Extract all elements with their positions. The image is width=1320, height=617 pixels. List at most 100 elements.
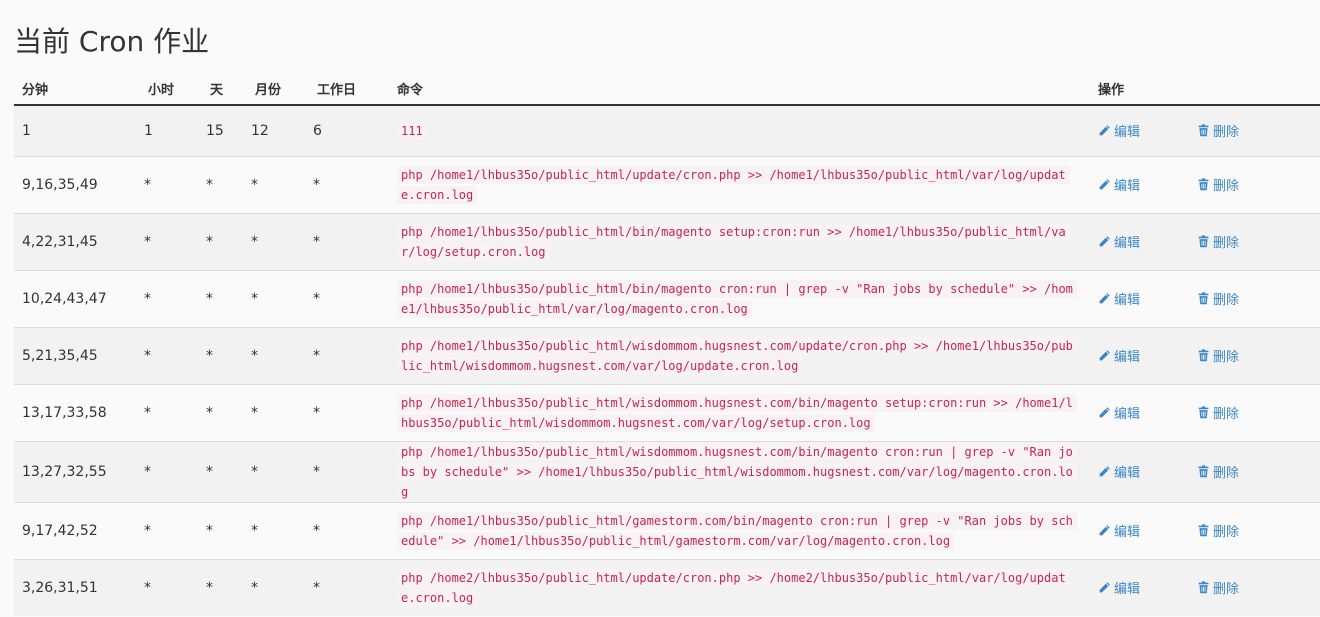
- pencil-icon: [1099, 406, 1110, 417]
- cell-minute: 3,26,31,51: [14, 558, 140, 616]
- edit-button[interactable]: 编辑: [1098, 346, 1140, 365]
- delete-button[interactable]: 删除: [1197, 175, 1239, 194]
- edit-label: 编辑: [1114, 178, 1141, 194]
- edit-label: 编辑: [1114, 465, 1141, 481]
- trash-icon: [1198, 523, 1209, 536]
- cell-minute: 9,16,35,49: [14, 155, 140, 213]
- cell-edit: 编辑: [1090, 104, 1189, 156]
- trash-icon: [1198, 348, 1209, 361]
- cell-weekday: *: [309, 383, 389, 441]
- delete-label: 删除: [1213, 581, 1240, 597]
- pencil-icon: [1099, 581, 1110, 593]
- edit-label: 编辑: [1114, 124, 1141, 140]
- cell-command: php /home2/lhbus35o/public_html/update/c…: [389, 558, 1090, 616]
- table-row: 3,26,31,51 * * * * php /home2/lhbus35o/p…: [14, 558, 1320, 616]
- cell-minute: 13,27,32,55: [14, 440, 140, 502]
- cell-edit: 编辑: [1090, 326, 1189, 384]
- edit-button[interactable]: 编辑: [1098, 578, 1140, 597]
- delete-button[interactable]: 删除: [1197, 232, 1239, 251]
- cell-delete: 删除: [1189, 212, 1320, 270]
- delete-button[interactable]: 删除: [1197, 462, 1239, 481]
- table-row: 1 1 15 12 6 111 编辑 删除: [14, 104, 1320, 156]
- header-command: 命令: [389, 72, 1090, 106]
- cell-command: php /home1/lhbus35o/public_html/update/c…: [389, 155, 1090, 213]
- cell-delete: 删除: [1189, 558, 1320, 616]
- cell-edit: 编辑: [1090, 212, 1189, 270]
- delete-button[interactable]: 删除: [1197, 403, 1239, 422]
- edit-button[interactable]: 编辑: [1098, 462, 1140, 481]
- cell-weekday: 6: [309, 104, 389, 156]
- cell-day: *: [202, 501, 247, 559]
- cell-month: *: [247, 326, 309, 384]
- cell-delete: 删除: [1189, 104, 1320, 156]
- delete-label: 删除: [1213, 465, 1240, 481]
- trash-icon: [1198, 405, 1209, 418]
- delete-label: 删除: [1213, 406, 1240, 422]
- delete-button[interactable]: 删除: [1197, 578, 1239, 597]
- edit-button[interactable]: 编辑: [1098, 521, 1140, 540]
- cell-weekday: *: [309, 501, 389, 559]
- cell-delete: 删除: [1189, 383, 1320, 441]
- edit-button[interactable]: 编辑: [1098, 121, 1140, 140]
- page-title: 当前 Cron 作业: [14, 25, 210, 58]
- cell-day: 15: [202, 104, 247, 156]
- cell-hour: *: [140, 440, 202, 502]
- delete-button[interactable]: 删除: [1197, 521, 1239, 540]
- header-hour: 小时: [140, 72, 202, 106]
- delete-button[interactable]: 删除: [1197, 289, 1239, 308]
- cell-month: *: [247, 501, 309, 559]
- cell-minute: 10,24,43,47: [14, 269, 140, 327]
- cron-jobs-table: 分钟 小时 天 月份 工作日 命令 操作 1 1 15 12 6 111 编辑: [14, 72, 1320, 616]
- cell-command: php /home1/lhbus35o/public_html/wisdommo…: [389, 383, 1090, 441]
- pencil-icon: [1099, 524, 1110, 535]
- cell-weekday: *: [309, 212, 389, 270]
- cell-day: *: [202, 558, 247, 616]
- table-row: 9,16,35,49 * * * * php /home1/lhbus35o/p…: [14, 155, 1320, 213]
- cell-hour: 1: [140, 104, 202, 156]
- edit-button[interactable]: 编辑: [1098, 403, 1140, 422]
- edit-button[interactable]: 编辑: [1098, 289, 1140, 308]
- edit-button[interactable]: 编辑: [1098, 175, 1140, 194]
- cell-hour: *: [140, 326, 202, 384]
- table-row: 5,21,35,45 * * * * php /home1/lhbus35o/p…: [14, 326, 1320, 384]
- cell-command: php /home1/lhbus35o/public_html/gamestor…: [389, 501, 1090, 559]
- cell-day: *: [202, 155, 247, 213]
- command-text: php /home1/lhbus35o/public_html/wisdommo…: [397, 336, 1077, 375]
- edit-label: 编辑: [1114, 581, 1141, 597]
- delete-button[interactable]: 删除: [1197, 121, 1239, 140]
- cell-minute: 9,17,42,52: [14, 501, 140, 559]
- trash-icon: [1198, 464, 1209, 477]
- cell-minute: 4,22,31,45: [14, 212, 140, 270]
- cell-month: *: [247, 269, 309, 327]
- cell-hour: *: [140, 212, 202, 270]
- command-text: php /home2/lhbus35o/public_html/update/c…: [397, 568, 1070, 607]
- table-row: 10,24,43,47 * * * * php /home1/lhbus35o/…: [14, 269, 1320, 327]
- command-text: php /home1/lhbus35o/public_html/wisdommo…: [397, 393, 1077, 432]
- cell-day: *: [202, 269, 247, 327]
- table-row: 4,22,31,45 * * * * php /home1/lhbus35o/p…: [14, 212, 1320, 270]
- cell-weekday: *: [309, 440, 389, 502]
- cell-edit: 编辑: [1090, 269, 1189, 327]
- trash-icon: [1198, 581, 1209, 593]
- command-text: php /home1/lhbus35o/public_html/update/c…: [397, 165, 1070, 204]
- cell-weekday: *: [309, 269, 389, 327]
- cell-minute: 13,17,33,58: [14, 383, 140, 441]
- trash-icon: [1198, 234, 1209, 247]
- cell-month: *: [247, 558, 309, 616]
- cell-hour: *: [140, 558, 202, 616]
- cell-month: *: [247, 440, 309, 502]
- header-minute: 分钟: [14, 72, 140, 106]
- delete-label: 删除: [1213, 292, 1240, 308]
- cell-delete: 删除: [1189, 501, 1320, 559]
- cell-delete: 删除: [1189, 269, 1320, 327]
- edit-button[interactable]: 编辑: [1098, 232, 1140, 251]
- table-row: 13,17,33,58 * * * * php /home1/lhbus35o/…: [14, 383, 1320, 441]
- cell-edit: 编辑: [1090, 155, 1189, 213]
- cell-edit: 编辑: [1090, 558, 1189, 616]
- cell-edit: 编辑: [1090, 501, 1189, 559]
- pencil-icon: [1099, 124, 1110, 136]
- cell-day: *: [202, 440, 247, 502]
- pencil-icon: [1099, 235, 1110, 246]
- delete-button[interactable]: 删除: [1197, 346, 1239, 365]
- cell-command: php /home1/lhbus35o/public_html/wisdommo…: [389, 440, 1090, 502]
